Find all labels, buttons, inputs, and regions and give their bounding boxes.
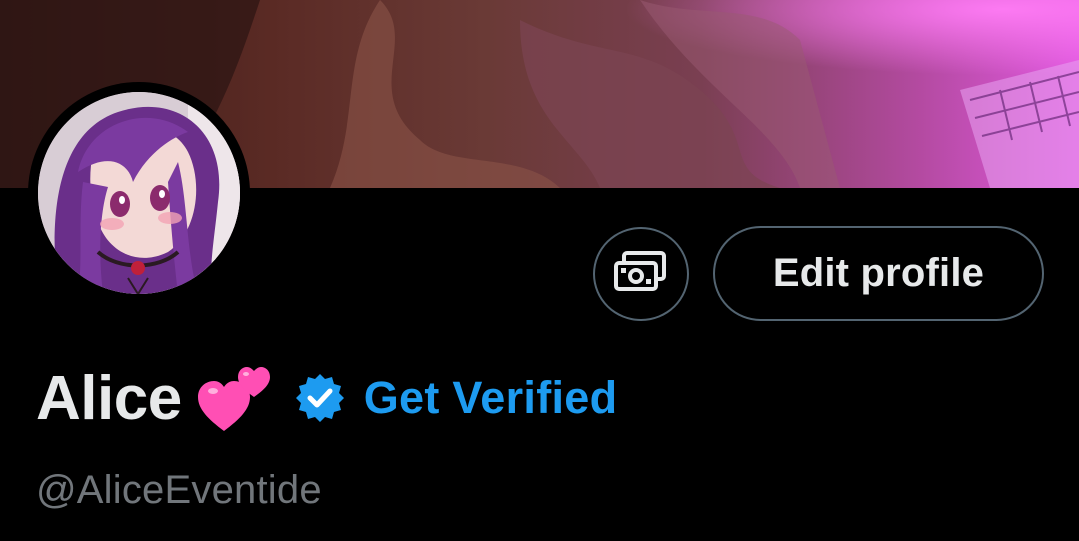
verified-badge-icon[interactable] [294,372,346,424]
edit-profile-button[interactable]: Edit profile [713,226,1044,321]
display-name: Alice [36,363,182,433]
avatar-image [38,92,240,294]
two-hearts-emoji [197,363,272,433]
profile-handle: @AliceEventide [36,468,322,512]
profile-name-row: Alice Get Verified [36,360,617,436]
money-icon [614,250,668,298]
get-verified-link[interactable]: Get Verified [364,372,618,424]
profile-avatar[interactable] [28,82,250,304]
edit-profile-label: Edit profile [772,251,985,295]
tips-button[interactable] [593,227,689,321]
